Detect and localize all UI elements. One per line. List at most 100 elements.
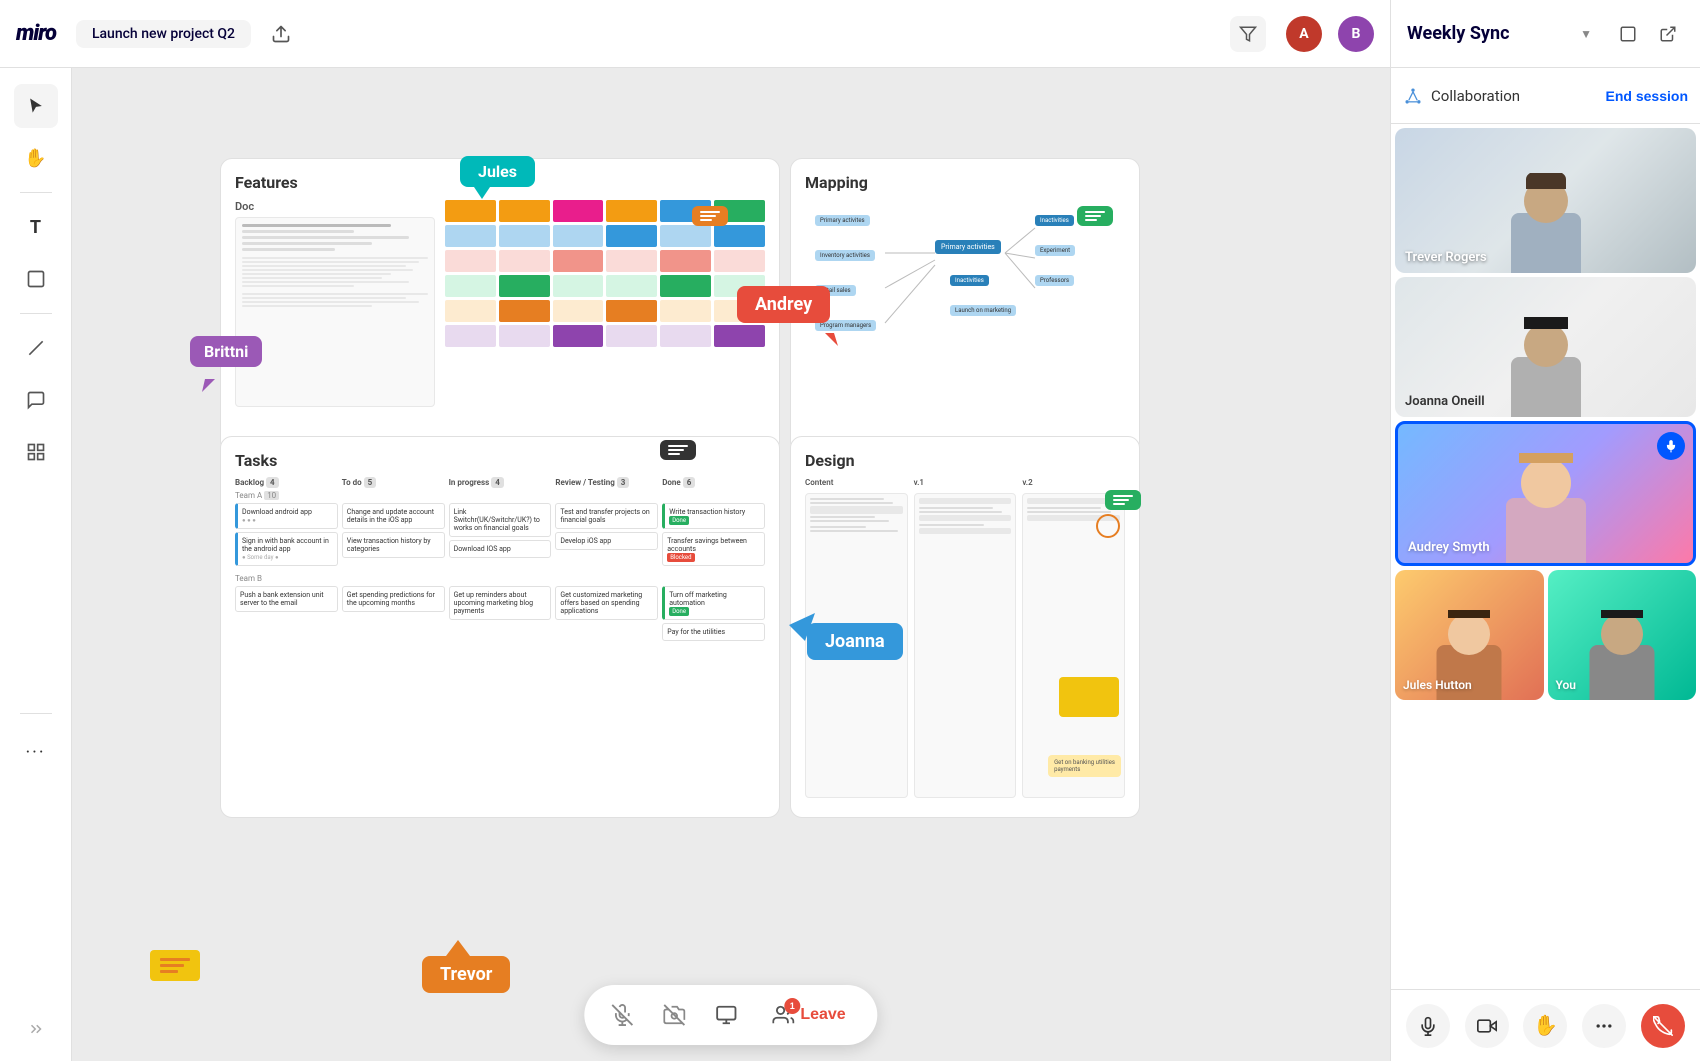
participant-card-jules: Jules Hutton	[1395, 570, 1544, 700]
share-button[interactable]	[704, 993, 748, 1037]
participant-card-audrey: Audrey Smyth	[1395, 421, 1696, 566]
text-icon: T	[30, 217, 41, 238]
chat-bubble-tasks-right	[1105, 490, 1141, 510]
mindmap-node-9: Launch on marketing	[950, 305, 1016, 316]
project-title-chip[interactable]: Launch new project Q2	[76, 20, 251, 48]
bottom-toolbar: 1 Leave	[584, 985, 877, 1045]
line-icon	[26, 338, 46, 358]
participant-card-trever: Trever Rogers	[1395, 128, 1696, 273]
sticky-icon	[26, 269, 46, 289]
sticky-tool[interactable]	[14, 257, 58, 301]
left-toolbar: ✋ T	[0, 68, 72, 1061]
more-options-control[interactable]	[1582, 1004, 1626, 1048]
mindmap-node-1: Primary activites	[815, 215, 870, 226]
participant-name-trever: Trever Rogers	[1405, 250, 1487, 265]
toolbar-divider-1	[20, 192, 52, 193]
video-participant-grid: Trever Rogers Joanna Oneill	[1391, 124, 1700, 989]
cursor-trevor: Trevor	[422, 940, 510, 993]
participant-card-you: You	[1548, 570, 1697, 700]
chat-bubble-mapping	[1077, 206, 1113, 226]
hand-icon: ✋	[24, 148, 46, 169]
participant-name-joanna: Joanna Oneill	[1405, 394, 1485, 409]
chat-bubble-center	[660, 440, 696, 460]
mindmap-node-2: Inventory activities	[815, 250, 875, 261]
call-controls: ✋	[1391, 989, 1700, 1061]
camera-icon	[1477, 1016, 1497, 1036]
participant-name-audrey: Audrey Smyth	[1408, 540, 1490, 555]
upload-button[interactable]	[263, 16, 299, 52]
raise-hand-control[interactable]: ✋	[1523, 1004, 1567, 1048]
text-tool[interactable]: T	[14, 205, 58, 249]
filter-icon	[1239, 25, 1257, 43]
mindmap-node-6: Experiment	[1035, 245, 1075, 256]
toolbar-divider-3	[20, 713, 52, 714]
line-tool[interactable]	[14, 326, 58, 370]
frame-tool[interactable]	[14, 430, 58, 474]
project-title: Launch new project Q2	[92, 26, 235, 42]
right-panel: Weekly Sync ▼	[1390, 0, 1700, 1061]
mic-control[interactable]	[1406, 1004, 1450, 1048]
more-tools[interactable]: ···	[14, 730, 58, 774]
comment-icon	[26, 390, 46, 410]
cursor-jules: Jules	[460, 156, 535, 199]
hand-tool[interactable]: ✋	[14, 136, 58, 180]
brittni-arrow	[200, 364, 230, 394]
chat-bubble-features	[692, 206, 728, 226]
features-section: Features Doc	[220, 158, 780, 453]
mindmap-center: Primary activities	[935, 240, 1001, 254]
header: miro Launch new project Q2 A B	[0, 0, 1390, 68]
andrey-arrow	[810, 318, 840, 348]
end-call-control[interactable]	[1641, 1004, 1685, 1048]
frame-view-button[interactable]	[1612, 18, 1644, 50]
camera-control[interactable]	[1465, 1004, 1509, 1048]
frame-icon	[1619, 25, 1637, 43]
cursor-andrey: Andrey	[737, 286, 830, 323]
user-avatar-1: A	[1286, 16, 1322, 52]
camera-off-icon	[663, 1004, 685, 1026]
design-title: Design	[805, 451, 1125, 470]
toolbar-divider-2	[20, 313, 52, 314]
panel-title: Weekly Sync	[1407, 23, 1572, 44]
mindmap-node-7: Professors	[1035, 275, 1074, 286]
cursor-joanna: Joanna	[807, 623, 903, 660]
more-icon	[1594, 1016, 1614, 1036]
mic-icon	[1418, 1016, 1438, 1036]
camera-off-button[interactable]	[652, 993, 696, 1037]
design-note: Get on banking utilitiespayments	[1048, 755, 1121, 777]
bottom-video-row: Jules Hutton You	[1395, 570, 1696, 700]
yellow-sticky-bottom	[150, 950, 200, 981]
participant-count: 1	[784, 998, 800, 1014]
mindmap-node-5: Inactivities	[1035, 215, 1074, 226]
canvas-area[interactable]: Features Doc	[72, 68, 1390, 1061]
end-session-button[interactable]: End session	[1606, 88, 1688, 104]
collaboration-icon	[1403, 86, 1423, 106]
cursor-icon	[26, 96, 46, 116]
microphone-active-icon	[1664, 439, 1678, 453]
leave-button[interactable]: 1 Leave	[756, 996, 861, 1034]
cursor-tool[interactable]	[14, 84, 58, 128]
upload-icon	[271, 24, 291, 44]
cursor-brittni: Brittni	[190, 336, 262, 367]
filter-button[interactable]	[1230, 16, 1266, 52]
raise-hand-icon: ✋	[1533, 1013, 1558, 1038]
leave-label: Leave	[800, 1006, 845, 1024]
joanna-arrow	[787, 613, 817, 643]
dropdown-arrow-icon: ▼	[1580, 27, 1592, 41]
expand-icon	[27, 1020, 45, 1038]
share-icon	[715, 1004, 737, 1026]
mapping-section: Mapping Primary activities Primary activ…	[790, 158, 1140, 453]
external-link-button[interactable]	[1652, 18, 1684, 50]
mic-off-icon	[611, 1004, 633, 1026]
mindmap-node-8: Inactivities	[950, 275, 989, 286]
panel-header: Weekly Sync ▼	[1391, 0, 1700, 68]
tasks-section: Tasks Backlog 4 To do 5 In progress 4 Re…	[220, 436, 780, 818]
mapping-title: Mapping	[805, 173, 1125, 192]
miro-logo: miro	[16, 21, 56, 46]
participant-card-joanna: Joanna Oneill	[1395, 277, 1696, 417]
collaboration-bar: Collaboration End session	[1391, 68, 1700, 124]
mic-mute-button[interactable]	[600, 993, 644, 1037]
design-sticky	[1059, 677, 1119, 717]
doc-label: Doc	[235, 200, 435, 213]
expand-tool[interactable]	[14, 1013, 58, 1045]
comment-tool[interactable]	[14, 378, 58, 422]
